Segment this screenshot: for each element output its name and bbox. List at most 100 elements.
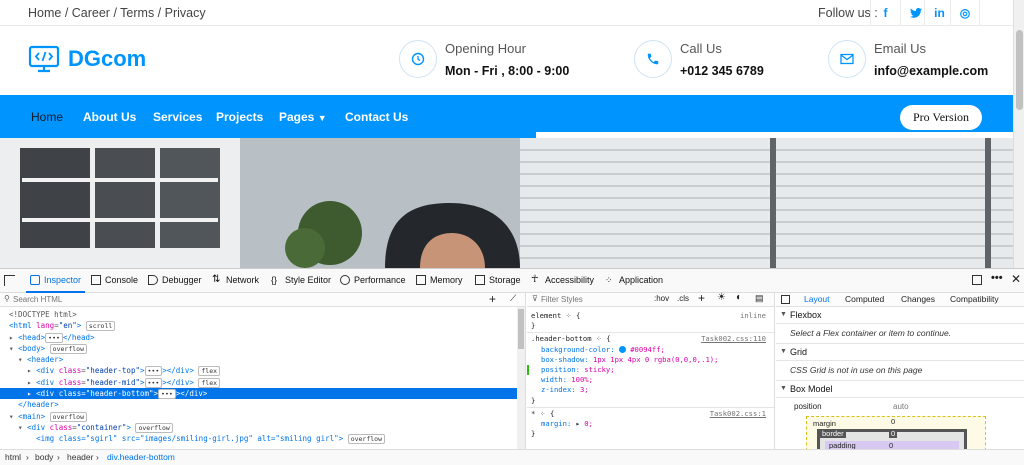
nav-pages-label: Pages [279,110,315,124]
decl-position[interactable]: position: sticky; [527,365,770,376]
brand[interactable]: DGcom [28,45,146,73]
brand-name: DGcom [68,46,147,71]
tab-accessibility[interactable]: ☥ Accessibility [531,275,595,286]
markup-scrollbar[interactable] [517,307,525,449]
tree-img[interactable]: <img class="sgirl" src="images/smiling-g… [0,433,525,445]
more-options-icon[interactable]: ••• [991,272,1003,284]
call-us-value[interactable]: +012 345 6789 [680,64,764,78]
opening-hour: Opening Hour Mon - Fri , 8:00 - 9:00 [399,40,569,78]
tab-compatibility[interactable]: Compatibility [950,294,999,304]
tab-application[interactable]: ⁘ Application [605,275,663,285]
decl-zindex[interactable]: z-index: 3; [531,385,770,395]
tree-header-mid[interactable]: ▸ <div class="header-mid"> ••• ></div> fle… [0,377,525,388]
tree-body[interactable]: ▾ <body> overflow [0,343,525,354]
application-icon: ⁘ [605,275,613,285]
tab-network[interactable]: ⇅ Network [212,274,260,286]
element-picker-icon[interactable] [4,275,15,286]
tree-header-bottom[interactable]: ▸ <div class="header-bottom"> ••• ></div> [0,388,525,400]
scroll-badge[interactable]: scroll [85,321,116,332]
dark-mode-icon[interactable]: ◐ [736,292,742,303]
rule-element: element ⁘ {inline [531,311,766,320]
decl-shadow[interactable]: box-shadow: 1px 1px 4px 0 rgba(0,0,0,.1)… [531,355,770,365]
page-scrollbar[interactable] [1013,0,1024,268]
rule-universal: * ⁘ {Task002.css:1 [531,408,766,419]
tab-style-editor-label: Style Editor [285,275,332,285]
grid-section[interactable]: ▼ Grid [776,344,1024,361]
dock-icon[interactable] [972,275,982,285]
crumb-sep-2: › [57,452,60,462]
crumb-selected[interactable]: div.header-bottom [107,450,175,465]
tree-header[interactable]: ▾ <header> [0,354,525,365]
tab-layout[interactable]: Layout [804,294,830,304]
email-us-label: Email Us [874,40,927,56]
hov-toggle[interactable]: :hov [654,294,669,303]
decl-margin[interactable]: margin: ▸ 0; [531,419,770,429]
tab-network-label: Network [226,275,260,285]
crumb-html[interactable]: html [5,450,21,465]
tree-container[interactable]: ▾ <div class="container"> overflow [0,422,525,433]
follow-label: Follow us : [818,6,878,20]
cls-toggle[interactable]: .cls [677,294,689,303]
tab-debugger-label: Debugger [162,275,202,285]
tab-accessibility-label: Accessibility [545,275,595,285]
devtools-toolbar: Inspector Console Debugger ⇅ Network {} St… [0,269,1024,293]
light-mode-icon[interactable]: ☀ [717,292,726,303]
clock-icon [399,40,437,78]
facebook-icon[interactable]: f [870,0,900,26]
storage-icon [475,275,485,285]
color-swatch[interactable] [618,345,626,353]
border-value[interactable]: 0 [889,429,898,438]
mail-icon [828,40,866,78]
tree-header-close[interactable]: </header> [0,399,525,410]
flexbox-section[interactable]: ▼ Flexbox [776,307,1024,324]
tab-debugger[interactable]: Debugger [148,275,202,285]
tab-storage[interactable]: Storage [475,275,521,285]
email-us-value[interactable]: info@example.com [874,64,988,78]
network-icon: ⇅ [212,274,221,285]
sidebar-toggle-icon[interactable] [781,295,790,304]
tree-header-top[interactable]: ▸ <div class="header-top"> ••• ></div> fle… [0,365,525,377]
filter-styles-input[interactable] [541,294,641,305]
close-icon[interactable]: ✕ [1011,272,1021,286]
tab-memory[interactable]: Memory [416,275,463,285]
nav-pages[interactable]: Pages ▼ [279,110,327,124]
tree-main[interactable]: ▾ <main> overflow [0,411,525,422]
nav-services[interactable]: Services [153,110,202,124]
crumb-body[interactable]: body [35,450,53,465]
scrollbar-thumb[interactable] [1016,30,1023,110]
add-node-icon[interactable]: + [489,292,496,306]
tab-performance[interactable]: Performance [340,275,406,285]
nav-home[interactable]: Home [31,110,63,124]
margin-value[interactable]: 0 [891,417,895,426]
tab-application-label: Application [619,275,664,285]
box-position-label: position [794,402,822,411]
box-position-value[interactable]: auto [893,402,909,411]
markup-pane: ⚲ + ⟋ <!DOCTYPE html> <html lang="en"> s… [0,292,526,449]
tree-doctype[interactable]: <!DOCTYPE html> [0,309,525,320]
crumb-sep-1: › [26,452,29,462]
tab-changes[interactable]: Changes [901,294,935,304]
print-icon[interactable]: ▤ [755,293,764,304]
tab-console[interactable]: Console [91,275,138,285]
crumb-sep-3: › [96,452,99,462]
top-links[interactable]: Home / Career / Terms / Privacy [28,6,206,20]
tab-inspector[interactable]: Inspector [25,275,86,293]
eyedropper-icon[interactable]: ⟋ [510,293,516,304]
boxmodel-section[interactable]: ▼ Box Model [776,381,1024,398]
instagram-icon[interactable]: ◎ [950,0,980,26]
pro-version-button[interactable]: Pro Version [900,105,982,130]
tree-html[interactable]: <html lang="en"> scroll [0,320,525,332]
rule-source-link[interactable]: Task002.css:110 [701,334,766,344]
crumb-header[interactable]: header [67,450,93,465]
decl-width[interactable]: width: 100%; [531,375,770,385]
tab-computed[interactable]: Computed [845,294,884,304]
rule-source-link-2[interactable]: Task002.css:1 [710,409,766,419]
tab-style-editor[interactable]: {} Style Editor [271,275,331,285]
tree-head[interactable]: ▸ <head> ••• </head> [0,332,525,343]
nav-projects[interactable]: Projects [216,110,263,124]
search-html-input[interactable] [13,294,213,305]
nav-about-us[interactable]: About Us [83,110,136,124]
nav-contact-us[interactable]: Contact Us [345,110,408,124]
decl-bg[interactable]: background-color: #0094ff; [531,345,770,355]
add-rule-icon[interactable]: + [698,291,705,305]
